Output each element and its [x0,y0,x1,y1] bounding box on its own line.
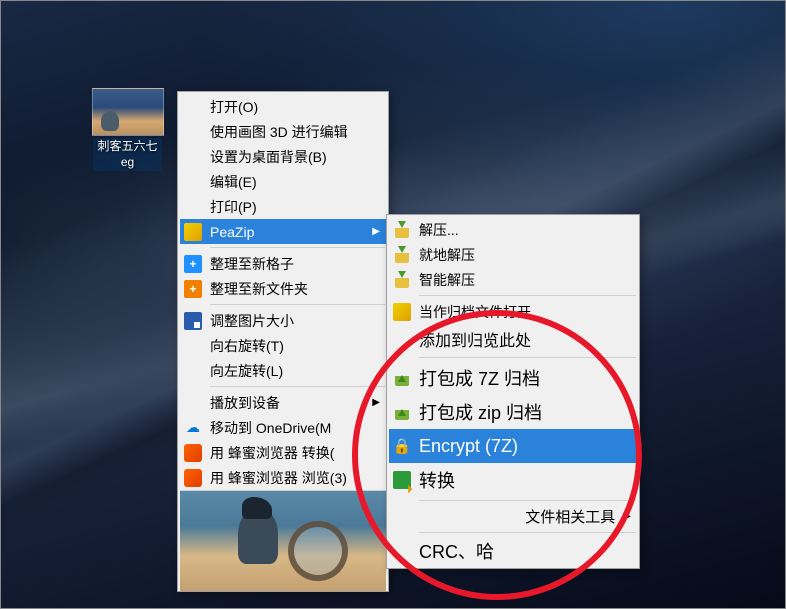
spacer-icon [184,198,202,216]
menu-label: 调整图片大小 [210,311,380,331]
menu-label: 打包成 7Z 归档 [419,365,631,391]
menu-label: 移动到 OneDrive(M [210,418,380,438]
lock-icon: 🔒 [393,437,411,455]
submenu-pack-zip[interactable]: 打包成 zip 归档 [389,395,637,429]
submenu-extract-here[interactable]: 就地解压 [389,242,637,267]
resize-icon [184,312,202,330]
extract-icon [393,246,411,264]
peazip-icon [184,223,202,241]
menu-label: 打印(P) [210,197,380,217]
convert-icon [393,471,411,489]
submenu-extract[interactable]: 解压... [389,217,637,242]
submenu-arrow-icon: ▶ [623,511,631,522]
menu-rotate-left[interactable]: 向左旋转(L) [180,358,386,383]
menu-label: Encrypt (7Z) [419,436,631,457]
menu-label: 转换 [419,467,631,493]
menu-set-wallpaper[interactable]: 设置为桌面背景(B) [180,144,386,169]
menu-label: 用 蜂蜜浏览器 转换( [210,443,380,463]
menu-label: 用 蜂蜜浏览器 浏览(3) [210,468,380,488]
menu-separator [419,532,636,533]
menu-label: 打包成 zip 归档 [419,399,631,425]
spacer-icon [184,362,202,380]
menu-separator [210,247,385,248]
submenu-crc[interactable]: CRC、哈 [389,536,637,566]
menu-open[interactable]: 打开(O) [180,94,386,119]
menu-label: 打开(O) [210,97,380,117]
menu-honey-browse[interactable]: 用 蜂蜜浏览器 浏览(3) [180,465,386,490]
menu-edit-3d[interactable]: 使用画图 3D 进行编辑 [180,119,386,144]
menu-separator [419,357,636,358]
spacer-icon [184,148,202,166]
menu-separator [419,295,636,296]
menu-label: 向右旋转(T) [210,336,380,356]
cloud-icon: ☁ [184,419,202,437]
menu-edit[interactable]: 编辑(E) [180,169,386,194]
menu-print[interactable]: 打印(P) [180,194,386,219]
file-thumbnail [92,88,164,136]
menu-tidy-folder[interactable]: + 整理至新文件夹 [180,276,386,301]
submenu-smart-extract[interactable]: 智能解压 [389,267,637,292]
menu-label: 向左旋转(L) [210,361,380,381]
submenu-add-browse[interactable]: 添加到归览此处 [389,324,637,354]
menu-label: 文件相关工具 [419,506,615,527]
menu-separator [210,386,385,387]
menu-label: 就地解压 [419,245,631,265]
submenu-open-archive[interactable]: 当作归档文件打开 [389,299,637,324]
menu-label: 使用画图 3D 进行编辑 [210,122,380,142]
spacer-icon [393,330,411,348]
menu-tidy-grid[interactable]: + 整理至新格子 [180,251,386,276]
desktop-file-icon[interactable]: 刺客五六七 eg [85,88,170,171]
menu-preview-image [180,490,386,591]
menu-onedrive[interactable]: ☁ 移动到 OneDrive(M [180,415,386,440]
context-menu-primary: 打开(O) 使用画图 3D 进行编辑 设置为桌面背景(B) 编辑(E) 打印(P… [177,91,389,592]
menu-label: 解压... [419,220,631,240]
menu-label: 编辑(E) [210,172,380,192]
submenu-arrow-icon: ▶ [372,397,380,408]
menu-peazip[interactable]: PeaZip ▶ [180,219,386,244]
file-label: 刺客五六七 eg [93,138,161,171]
spacer-icon [393,542,411,560]
submenu-convert[interactable]: 转换 [389,463,637,497]
menu-label: 智能解压 [419,270,631,290]
menu-resize[interactable]: 调整图片大小 [180,308,386,333]
plus-icon: + [184,255,202,273]
spacer-icon [184,98,202,116]
context-menu-secondary: 解压... 就地解压 智能解压 当作归档文件打开 添加到归览此处 打包成 7Z … [386,214,640,569]
submenu-pack-7z[interactable]: 打包成 7Z 归档 [389,361,637,395]
spacer-icon [184,394,202,412]
spacer-icon [184,173,202,191]
menu-label: 设置为桌面背景(B) [210,147,380,167]
add-archive-icon [393,403,411,421]
browser-icon [184,444,202,462]
menu-label: CRC、哈 [419,538,631,564]
menu-label: 播放到设备 [210,393,364,413]
spacer-icon [393,508,411,526]
extract-icon [393,221,411,239]
menu-label: 当作归档文件打开 [419,302,631,322]
submenu-encrypt[interactable]: 🔒 Encrypt (7Z) [389,429,637,463]
menu-label: 添加到归览此处 [419,327,631,351]
menu-label: 整理至新文件夹 [210,279,380,299]
plus-icon: + [184,280,202,298]
magnifier-icon [288,521,348,581]
menu-separator [419,500,636,501]
menu-rotate-right[interactable]: 向右旋转(T) [180,333,386,358]
archive-icon [393,303,411,321]
menu-honey-convert[interactable]: 用 蜂蜜浏览器 转换( [180,440,386,465]
submenu-tools[interactable]: 文件相关工具 ▶ [389,504,637,529]
browser-icon [184,469,202,487]
submenu-arrow-icon: ▶ [372,226,380,237]
spacer-icon [184,337,202,355]
menu-label: PeaZip [210,224,364,240]
add-archive-icon [393,369,411,387]
menu-separator [210,304,385,305]
spacer-icon [184,123,202,141]
menu-label: 整理至新格子 [210,254,380,274]
extract-icon [393,271,411,289]
menu-cast[interactable]: 播放到设备 ▶ [180,390,386,415]
